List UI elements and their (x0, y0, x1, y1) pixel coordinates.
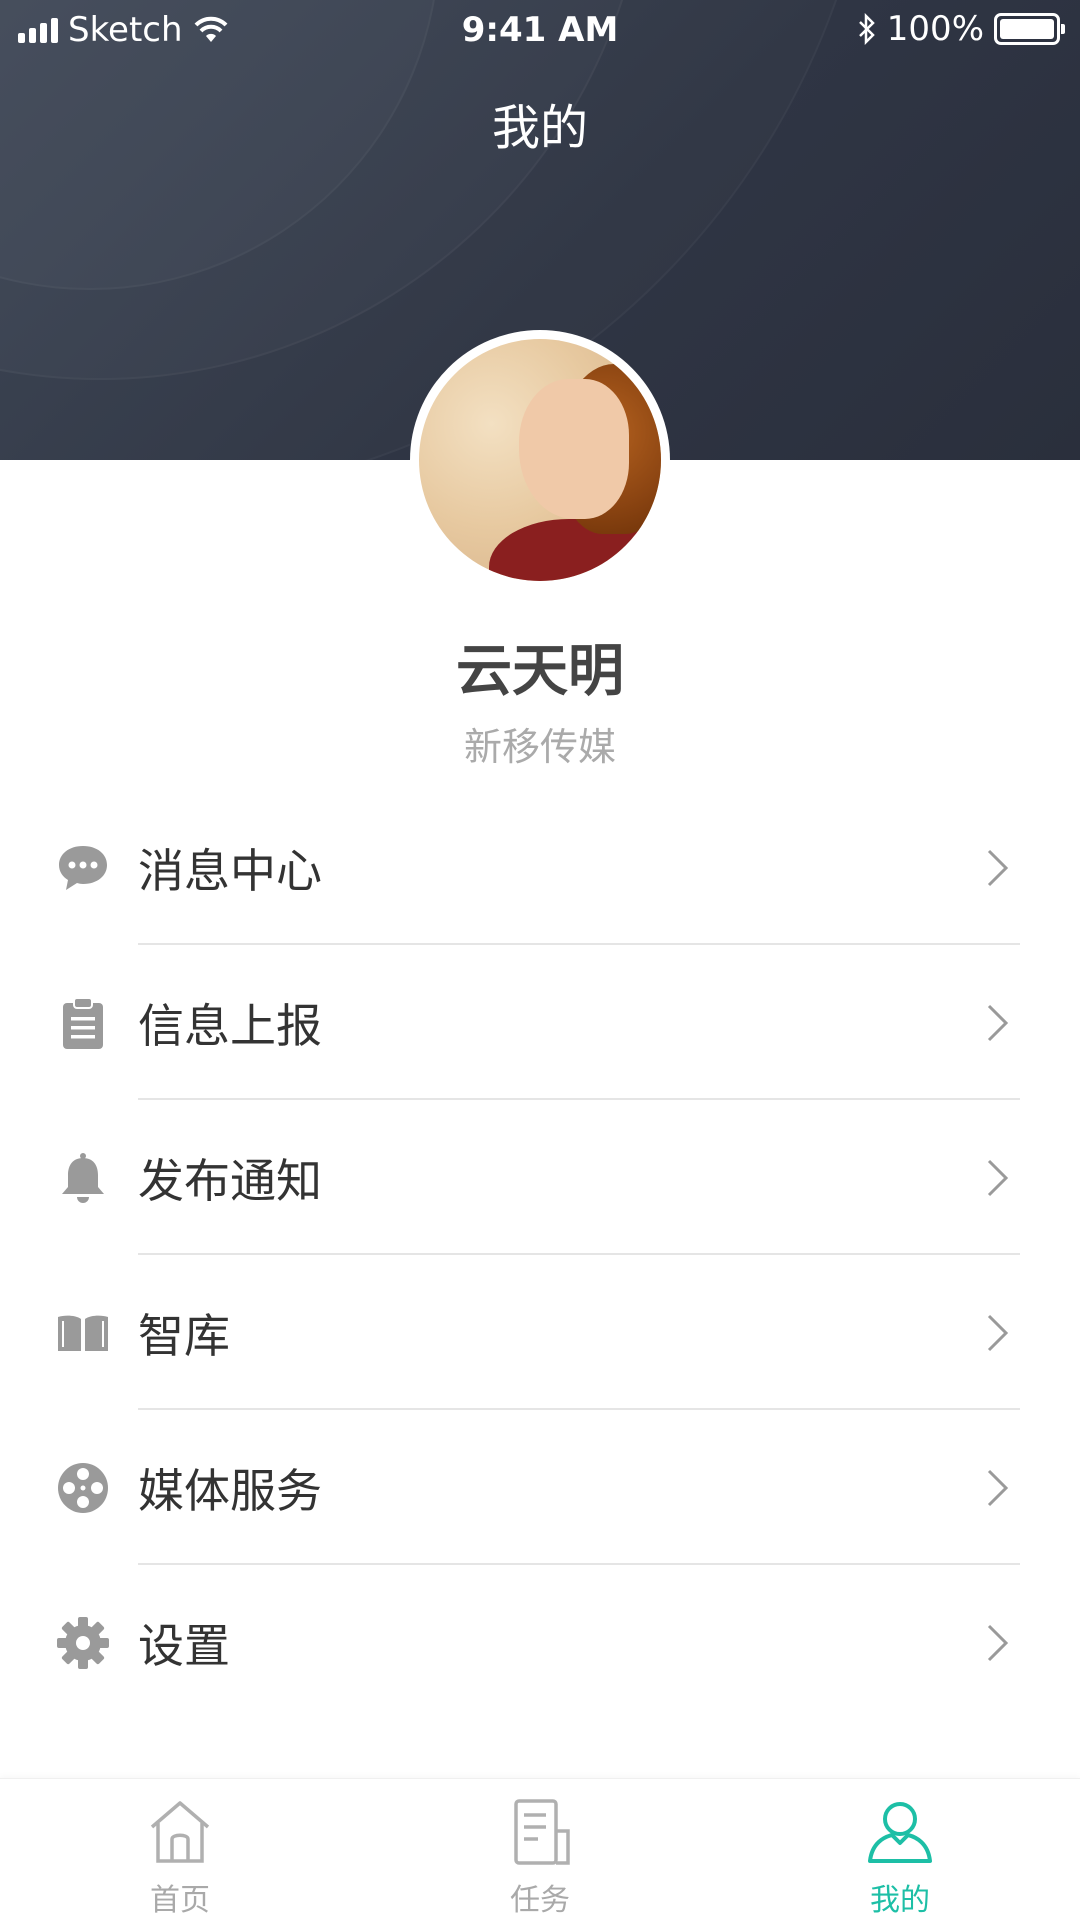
user-name: 云天明 (456, 639, 624, 704)
menu-item-label: 智库 (138, 1308, 230, 1363)
tab-label: 任务 (510, 1883, 570, 1918)
bell-icon (62, 1152, 104, 1203)
user-icon (868, 1802, 932, 1863)
tab-bar: 首页 任务 我的 (0, 1778, 1080, 1920)
menu-item-settings[interactable]: 设置 (0, 1565, 1080, 1720)
avatar-photo (419, 339, 661, 581)
battery-icon (994, 13, 1065, 45)
avatar[interactable] (410, 330, 670, 590)
tab-mine[interactable]: 我的 (720, 1779, 1080, 1920)
battery-percent: 100% (886, 9, 984, 49)
menu-list: 消息中心 信息上报 发布通知 智库 媒体服务 设置 (0, 790, 1080, 1720)
menu-item-label: 发布通知 (138, 1153, 322, 1208)
menu-item-media-service[interactable]: 媒体服务 (0, 1410, 1080, 1565)
menu-item-label: 信息上报 (138, 998, 322, 1053)
user-organization: 新移传媒 (463, 725, 616, 769)
menu-item-label: 消息中心 (138, 843, 322, 898)
menu-item-label: 媒体服务 (138, 1463, 322, 1518)
menu-item-message-center[interactable]: 消息中心 (0, 790, 1080, 945)
tab-label: 首页 (150, 1883, 210, 1918)
chat-bubble-icon (59, 845, 107, 890)
menu-item-label: 设置 (138, 1618, 230, 1673)
task-document-icon (514, 1799, 570, 1865)
chevron-right-icon (987, 1624, 1009, 1661)
chevron-right-icon (987, 1004, 1009, 1041)
page-title: 我的 (491, 100, 588, 156)
bluetooth-icon (858, 13, 875, 45)
tab-label: 我的 (870, 1883, 930, 1918)
status-bar: Sketch 9:41 AM 100% (0, 0, 1080, 62)
gear-icon (57, 1616, 109, 1669)
chevron-right-icon (987, 849, 1009, 886)
chevron-right-icon (987, 1469, 1009, 1506)
menu-item-info-report[interactable]: 信息上报 (0, 945, 1080, 1100)
menu-item-publish-notice[interactable]: 发布通知 (0, 1100, 1080, 1255)
chevron-right-icon (987, 1314, 1009, 1351)
tab-home[interactable]: 首页 (0, 1779, 360, 1920)
film-reel-icon (58, 1462, 108, 1513)
tab-tasks[interactable]: 任务 (360, 1779, 720, 1920)
chevron-right-icon (987, 1159, 1009, 1196)
book-icon (58, 1315, 108, 1351)
menu-item-think-tank[interactable]: 智库 (0, 1255, 1080, 1410)
clipboard-icon (63, 996, 103, 1049)
home-icon (150, 1801, 210, 1863)
